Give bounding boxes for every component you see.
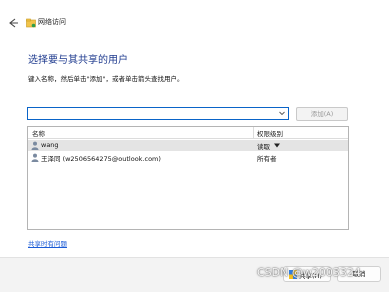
table-row[interactable]: 王泽同 (w2506564275@outlook.com) 所有者 <box>28 152 348 163</box>
window-title: 网络访问 <box>38 18 66 26</box>
watermark-text: CSDN @w2003324 <box>257 266 361 279</box>
page-heading: 选择要与其共享的用户 <box>28 55 128 66</box>
table-header: 名称 权限级别 <box>28 127 348 139</box>
network-folder-icon <box>26 18 36 28</box>
permission-cell[interactable]: 读取 <box>257 141 270 151</box>
add-button[interactable]: 添加(A) <box>296 107 348 121</box>
user-icon <box>31 153 39 162</box>
user-name-cell: 王泽同 (w2506564275@outlook.com) <box>41 155 161 163</box>
column-divider[interactable] <box>253 127 254 138</box>
back-arrow-icon[interactable] <box>6 16 20 30</box>
title-bar: 网络访问 <box>0 0 389 40</box>
instruction-text: 键入名称，然后单击"添加"，或者单击箭头查找用户。 <box>28 75 184 83</box>
column-header-name[interactable]: 名称 <box>32 128 45 138</box>
table-row[interactable]: wang 读取 <box>28 140 348 151</box>
chevron-down-icon[interactable] <box>278 109 286 118</box>
dropdown-caret-icon[interactable] <box>274 143 280 148</box>
user-icon <box>31 141 39 150</box>
permission-cell: 所有者 <box>257 155 277 163</box>
column-header-permission[interactable]: 权限级别 <box>257 128 283 138</box>
user-name-combobox[interactable] <box>27 107 289 120</box>
permissions-table: 名称 权限级别 wang 读取 王泽同 (w2506564275@outlook… <box>27 126 349 230</box>
user-name-cell: wang <box>41 141 59 149</box>
sharing-help-link[interactable]: 共享时有问题 <box>28 238 67 248</box>
